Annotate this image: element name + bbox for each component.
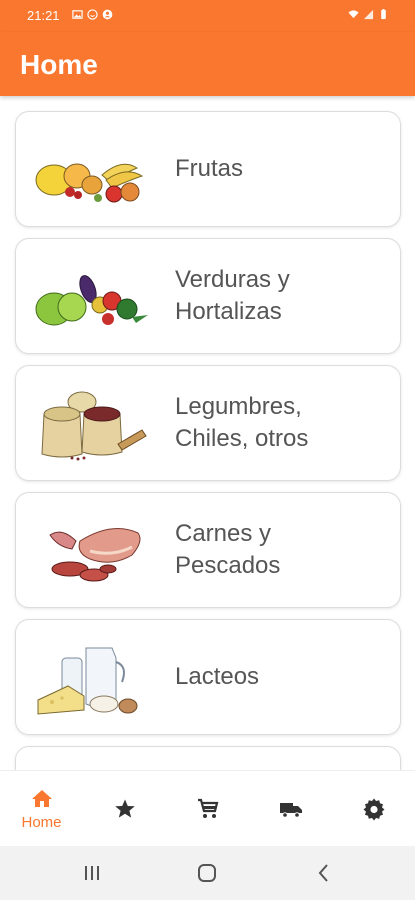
- home-button-icon[interactable]: [195, 861, 219, 885]
- cart-icon: [197, 798, 218, 818]
- app-bar: Home: [0, 32, 415, 96]
- wifi-icon: [348, 10, 359, 19]
- status-time: 21:21: [27, 8, 60, 23]
- nav-cart[interactable]: [166, 771, 249, 847]
- dairy-illustration: [37, 647, 138, 715]
- fruits-illustration: [35, 163, 144, 203]
- category-card-partial[interactable]: [15, 746, 401, 770]
- signal-icon: [363, 9, 374, 20]
- gallery-icon: [72, 10, 83, 19]
- vegetables-illustration: [35, 275, 148, 326]
- nav-settings[interactable]: [332, 771, 415, 847]
- status-notification-icons: [72, 9, 113, 20]
- category-card-carnes[interactable]: Carnes y Pescados: [15, 492, 401, 608]
- gear-icon: [363, 798, 384, 821]
- bottom-navigation: Home: [0, 770, 415, 846]
- category-card-verduras[interactable]: Verduras y Hortalizas: [15, 238, 401, 354]
- nav-favorites[interactable]: [83, 771, 166, 847]
- category-card-lacteos[interactable]: Lacteos: [15, 619, 401, 735]
- nav-delivery[interactable]: [249, 771, 332, 847]
- account-circle-icon: [102, 9, 113, 20]
- category-label: Verduras y Hortalizas: [175, 266, 290, 325]
- home-icon: [31, 790, 52, 807]
- category-card-frutas[interactable]: Frutas: [15, 111, 401, 227]
- category-card-legumbres[interactable]: Legumbres, Chiles, otros: [15, 365, 401, 481]
- status-bar: 21:21: [0, 0, 415, 32]
- status-system-icons: [348, 9, 389, 20]
- page-title: Home: [20, 49, 98, 80]
- category-label: Legumbres, Chiles, otros: [175, 393, 309, 452]
- back-icon[interactable]: [312, 861, 336, 885]
- nav-home-label: Home: [21, 814, 62, 831]
- truck-icon: [279, 803, 302, 818]
- category-list[interactable]: Frutas Verduras y Hortalizas Legumbres, …: [0, 96, 415, 770]
- star-icon: [114, 799, 135, 818]
- system-navigation-bar: [0, 846, 415, 900]
- category-label: Carnes y Pescados: [175, 520, 281, 579]
- legumes-sacks-illustration: [41, 391, 147, 461]
- smiley-icon: [87, 9, 98, 20]
- battery-icon: [381, 9, 386, 20]
- recent-apps-icon[interactable]: [80, 861, 104, 885]
- category-label: Lacteos: [175, 663, 260, 690]
- nav-home[interactable]: Home: [0, 771, 83, 847]
- meats-illustration: [49, 528, 141, 582]
- category-label: Frutas: [175, 155, 244, 182]
